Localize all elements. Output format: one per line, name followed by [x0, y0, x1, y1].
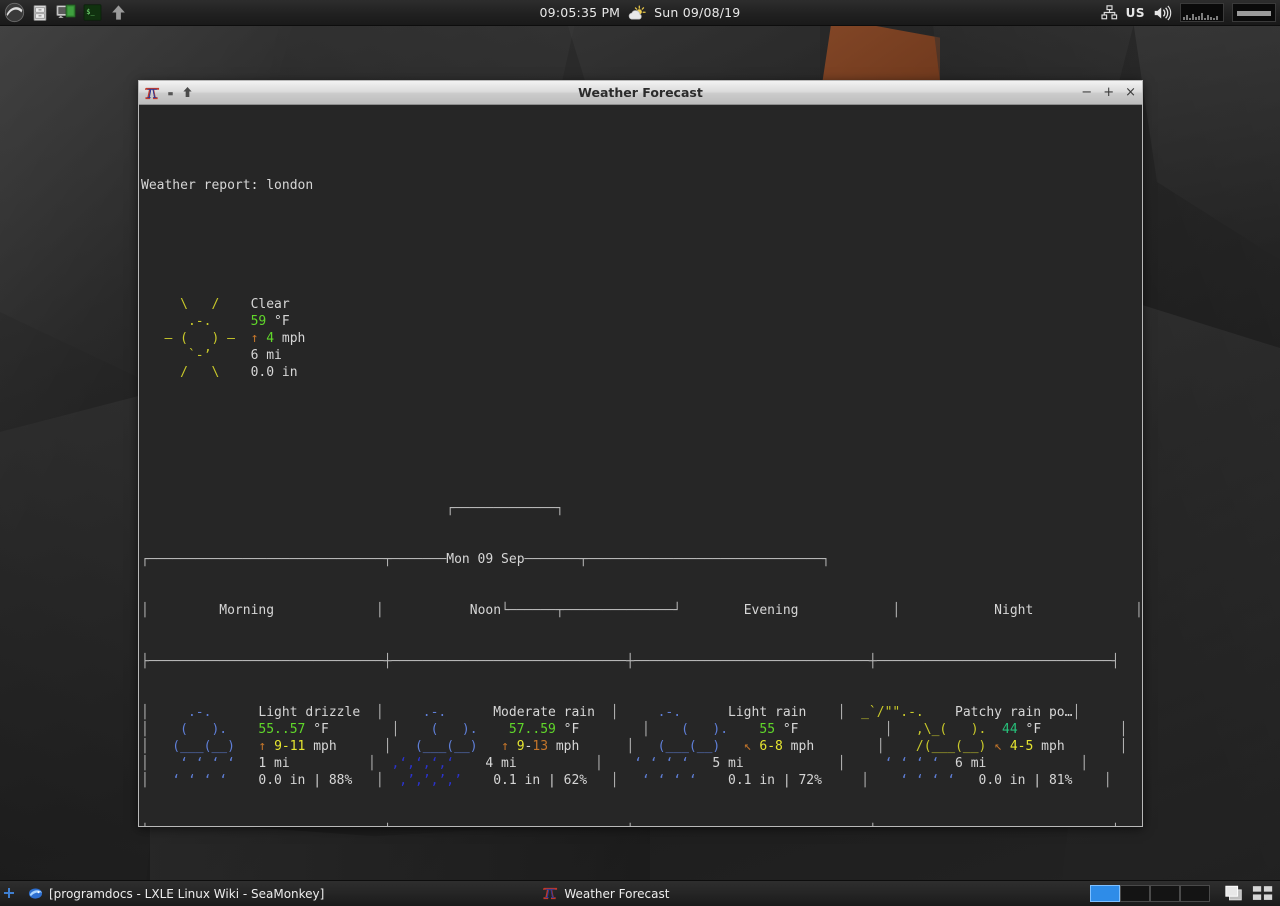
weather-report-header: Weather report: london — [141, 177, 1142, 194]
shade-icon[interactable] — [166, 83, 175, 102]
xterm-icon[interactable] — [145, 86, 159, 100]
period-label-0-0: Morning — [219, 603, 274, 618]
weather-forecast-window[interactable]: Weather Forecast − + × Weather report: l… — [138, 80, 1143, 827]
workspace-3[interactable] — [1150, 885, 1180, 902]
memory-graph-widget — [1232, 3, 1276, 22]
workspace-switcher[interactable] — [1090, 885, 1210, 902]
cond-0-3: Patchy rain po… — [955, 705, 1072, 720]
wind-0-2: 6-8 — [759, 739, 782, 754]
temp-0-0: 55..57 — [258, 722, 305, 737]
menu-icon[interactable] — [3, 2, 25, 24]
current-visibility: 6 mi — [251, 348, 282, 363]
taskbar-button-weather-forecast[interactable]: Weather Forecast — [534, 883, 834, 905]
wind-0-1-hi: 13 — [532, 739, 548, 754]
bottom-tray — [1090, 885, 1280, 902]
temp-0-3: 44 — [1002, 722, 1018, 737]
launcher-bar: $_ — [0, 2, 129, 24]
current-temp: 59 — [251, 314, 267, 329]
terminal-icon[interactable]: $_ — [81, 2, 103, 24]
window-list-icon[interactable] — [1224, 885, 1244, 902]
current-condition: Clear — [251, 297, 290, 312]
network-icon[interactable] — [1101, 5, 1118, 20]
system-tray: US — [1101, 3, 1280, 22]
vis-0-2: 5 mi — [712, 756, 743, 771]
seamonkey-icon — [28, 886, 43, 901]
taskbar-button-seamonkey[interactable]: [programdocs - LXLE Linux Wiki - SeaMonk… — [19, 883, 333, 905]
precip-0-3: 0.0 in | 81% — [979, 773, 1073, 788]
cpu-graph-widget — [1180, 3, 1224, 22]
temp-0-2: 55 — [759, 722, 775, 737]
svg-text:$_: $_ — [86, 8, 95, 16]
window-controls: − + × — [1081, 86, 1136, 99]
keyboard-layout[interactable]: US — [1126, 6, 1145, 20]
taskbar-label: Weather Forecast — [564, 887, 669, 901]
wind-0-1-lo: 9 — [517, 739, 525, 754]
maximize-button[interactable]: + — [1103, 86, 1114, 99]
workspace-4[interactable] — [1180, 885, 1210, 902]
minimize-button[interactable]: − — [1081, 86, 1092, 99]
file-manager-icon[interactable] — [29, 2, 51, 24]
cond-0-0: Light drizzle — [258, 705, 360, 720]
windarrow-0-3: ↖ — [994, 739, 1002, 754]
taskbar-label: [programdocs - LXLE Linux Wiki - SeaMonk… — [49, 887, 324, 901]
titlebar-left-icons — [145, 83, 193, 102]
vis-0-0: 1 mi — [258, 756, 289, 771]
top-panel: $_ 09:05:35 PM — [0, 0, 1280, 26]
precip-0-2: 0.1 in | 72% — [728, 773, 822, 788]
clock-date: Sun 09/08/19 — [654, 5, 740, 20]
xterm-icon — [543, 886, 558, 901]
windarrow-0-2: ↖ — [744, 739, 752, 754]
vis-0-3: 6 mi — [955, 756, 986, 771]
workspace-1[interactable] — [1090, 885, 1120, 902]
workspace-2[interactable] — [1120, 885, 1150, 902]
forecast-row: │ .-. Light drizzle │ .-. Moderate rain … — [141, 704, 1142, 789]
window-title: Weather Forecast — [139, 85, 1142, 100]
current-conditions: \ / Clear .-. 59 °F ― ( ) ― ↑ 4 mph `-’ … — [141, 296, 1142, 381]
close-button[interactable]: × — [1125, 86, 1136, 99]
above-icon[interactable] — [182, 83, 193, 102]
iconify-icon[interactable] — [1252, 885, 1274, 902]
volume-icon[interactable] — [1153, 5, 1172, 21]
current-wind: 4 — [266, 331, 274, 346]
period-label-0-1: Noon — [470, 603, 501, 618]
window-titlebar[interactable]: Weather Forecast − + × — [139, 81, 1142, 105]
vis-0-1: 4 mi — [485, 756, 516, 771]
wallpaper-shape — [1130, 0, 1280, 260]
sun-cloud-icon — [627, 4, 647, 22]
period-label-0-2: Evening — [744, 603, 799, 618]
display-settings-icon[interactable] — [55, 2, 77, 24]
terminal-content[interactable]: Weather report: london \ / Clear .-. 59 … — [139, 105, 1142, 826]
current-wind-arrow: ↑ — [251, 331, 259, 346]
cond-0-2: Light rain — [728, 705, 806, 720]
wind-0-0: 9-11 — [274, 739, 305, 754]
windarrow-0-0: ↑ — [258, 739, 266, 754]
clock-time: 09:05:35 PM — [540, 5, 621, 20]
precip-0-1: 0.1 in | 62% — [493, 773, 587, 788]
temp-0-1: 57..59 — [509, 722, 556, 737]
clock-area: 09:05:35 PM Sun 09/08/19 — [0, 4, 1280, 22]
task-list: [programdocs - LXLE Linux Wiki - SeaMonk… — [18, 881, 1090, 906]
day-tab-row: ┌─────────────┐ — [141, 500, 1142, 517]
day-label-0: Mon 09 Sep — [446, 552, 524, 567]
wind-0-3: 4-5 — [1010, 739, 1033, 754]
windarrow-0-1: ↑ — [501, 739, 509, 754]
show-desktop-icon[interactable] — [0, 883, 18, 905]
bottom-panel: [programdocs - LXLE Linux Wiki - SeaMonk… — [0, 880, 1280, 906]
current-precip: 0.0 in — [251, 365, 298, 380]
desktop: $_ 09:05:35 PM — [0, 0, 1280, 906]
precip-0-0: 0.0 in | 88% — [258, 773, 352, 788]
update-icon[interactable] — [107, 2, 129, 24]
period-label-0-3: Night — [994, 603, 1033, 618]
cond-0-1: Moderate rain — [493, 705, 595, 720]
